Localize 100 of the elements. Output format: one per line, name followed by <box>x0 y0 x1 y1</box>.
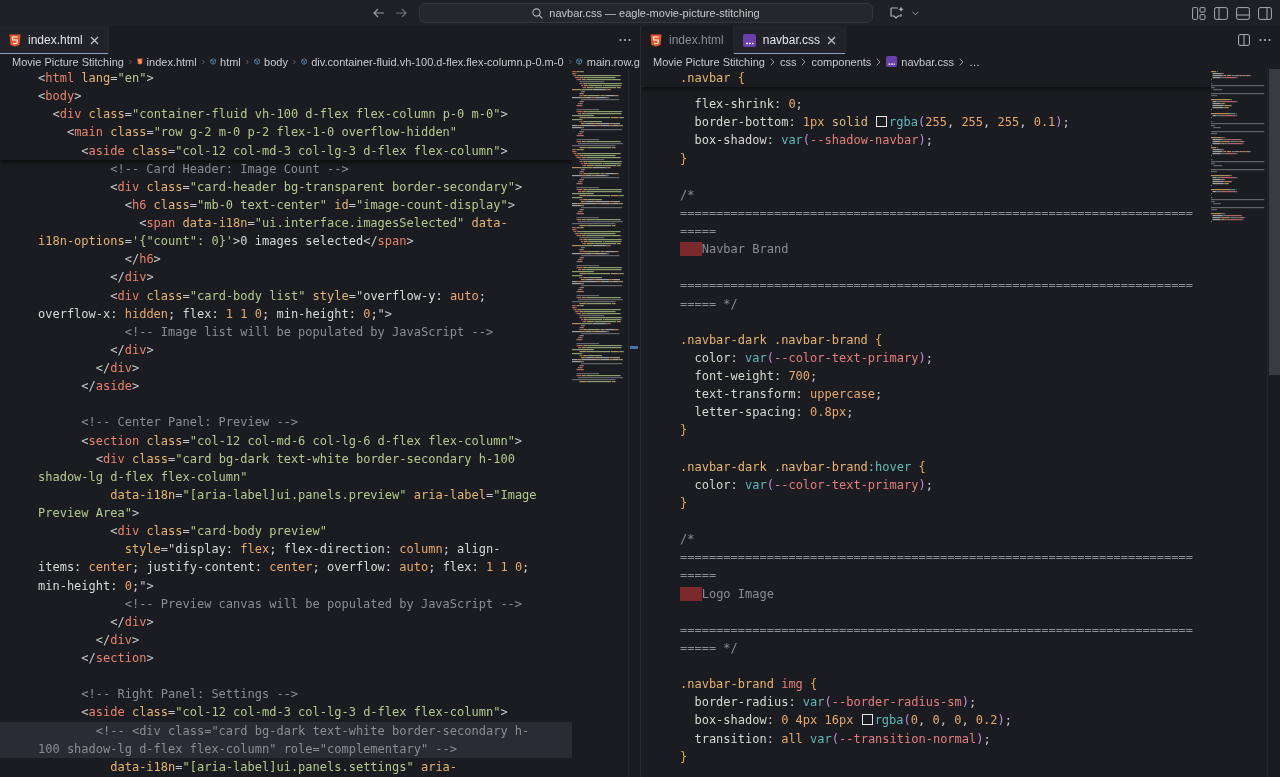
code-line: color: var(--color-text-primary); <box>693 350 933 365</box>
code-line: } <box>680 151 688 166</box>
code-line: } <box>680 749 688 764</box>
close-icon[interactable] <box>89 35 99 45</box>
code-line: i18n-options='{"count": 0}'>0 images selected</span> <box>38 234 414 249</box>
breadcrumb-item[interactable]: Movie Picture Stitching <box>653 55 765 68</box>
code-line: ===== <box>680 568 717 583</box>
caret-icon[interactable] <box>912 10 919 16</box>
code-line: </aside> <box>80 379 140 394</box>
code-line: .navbar { <box>680 71 746 85</box>
code-line: .navbar-dark .navbar-brand:hover { <box>680 459 926 474</box>
code-line: <div class="container-fluid vh-100 d-flex flex-column p-0 m-0"> <box>51 107 508 122</box>
breadcrumb-item[interactable]: index.html <box>146 55 197 68</box>
html-file-icon <box>650 33 662 47</box>
breadcrumb-item[interactable]: main.row.g <box>586 55 640 68</box>
code-line: <section class="col-12 col-md-6 col-lg-6 d-flex flex-column"> <box>80 433 523 448</box>
code-line: flex-shrink: 0; <box>693 97 803 112</box>
chevron-icon <box>245 57 249 66</box>
forward-arrow-icon[interactable] <box>395 8 407 18</box>
code-line: Preview Area"> <box>38 506 140 520</box>
editor-tab[interactable]: index.html <box>641 26 734 54</box>
chevron-icon <box>568 57 572 66</box>
more-icon[interactable] <box>1259 38 1271 42</box>
code-line: ======================================================================= <box>680 622 1193 637</box>
code-line: </div> <box>94 361 140 375</box>
code-line: ===== */ <box>680 640 738 655</box>
cube-icon <box>576 56 583 67</box>
chevron-icon <box>769 57 775 66</box>
code-line: <main class="row g-2 m-0 p-2 flex-1-0 overflow-hidden" <box>65 125 458 140</box>
more-icon[interactable] <box>619 38 631 42</box>
bottom-panel-icon[interactable] <box>1236 6 1250 20</box>
breadcrumb-item[interactable]: Movie Picture Stitching <box>12 55 124 68</box>
chevron-icon <box>801 57 807 66</box>
code-line: <div class="card-header bg-transparent border-secondary"> <box>109 179 523 194</box>
code-line: letter-spacing: 0.8px; <box>693 405 854 420</box>
editor-tab[interactable]: navbar.css <box>733 26 847 54</box>
left-sidebar-icon[interactable] <box>1214 6 1228 20</box>
cube-icon <box>209 56 216 67</box>
code-line: /* <box>680 532 695 547</box>
breadcrumb-item[interactable]: div.container-fluid.vh-100.d-flex.flex-column.p-0.m-0 <box>311 55 564 68</box>
code-line: style="display: flex; flex-direction: column; align- <box>123 542 501 557</box>
code-line: text-transform: uppercase; <box>693 387 883 402</box>
code-line: </div> <box>109 342 154 357</box>
breadcrumb-item[interactable]: css <box>779 55 797 68</box>
breadcrumb-item[interactable]: navbar.css <box>901 55 954 68</box>
code-line: ======================================================================= <box>680 550 1193 565</box>
cube-icon <box>253 56 261 67</box>
code-line: </div> <box>109 614 154 629</box>
sparkle-chat-icon[interactable] <box>889 6 904 20</box>
code-line: } <box>680 495 688 510</box>
code-line: </section> <box>80 651 154 665</box>
code-line: <h6 class="mb-0 text-center" id="image-count-display"> <box>123 197 515 212</box>
code-line: <html lang="en"> <box>38 71 154 85</box>
code-line: border-radius: var(--border-radius-sm); <box>693 695 977 710</box>
code-line: ======================================================================= <box>680 278 1193 293</box>
html-file-icon <box>136 56 143 67</box>
breadcrumb-item[interactable]: … <box>968 55 980 68</box>
code-line: } <box>680 423 688 438</box>
breadcrumb-item[interactable]: body <box>264 55 288 68</box>
code-line: <aside class="col-12 col-md-3 col-lg-3 d-flex flex-column"> <box>80 705 508 720</box>
code-line: Logo Image <box>680 586 774 601</box>
scrollbar-thumb[interactable] <box>1269 69 1280 375</box>
code-line: data-i18n="[aria-label]ui.panels.preview" aria-label="Image <box>109 487 537 502</box>
code-line: <div class="card-body list" style="overflow-y: auto; <box>109 288 486 303</box>
cube-icon <box>300 56 308 67</box>
scrollbar-marker <box>630 346 638 349</box>
code-line: <div class="card-body preview" <box>109 524 328 539</box>
code-line: <!-- Center Panel: Preview --> <box>80 415 299 430</box>
command-center[interactable]: navbar.css — eagle-movie-picture-stitching <box>419 3 873 23</box>
code-line: </h6> <box>123 252 161 267</box>
code-line: </div> <box>109 270 154 285</box>
breadcrumb-item[interactable]: html <box>220 55 241 68</box>
code-line: items: center; justify-content: center; overflow: auto; flex: 1 1 0; <box>38 560 530 575</box>
editor-tab[interactable]: index.html <box>0 26 109 54</box>
code-line: Navbar Brand <box>680 242 789 257</box>
customize-layout-icon[interactable] <box>1192 6 1206 20</box>
split-editor-icon[interactable] <box>1238 34 1250 46</box>
breadcrumb-item[interactable]: components <box>811 55 872 68</box>
code-line: transition: all var(--transition-normal); <box>693 731 991 746</box>
close-icon[interactable] <box>827 35 837 45</box>
chevron-icon <box>876 57 882 66</box>
code-line: box-shadow: var(--shadow-navbar); <box>693 133 933 148</box>
code-line: border-bottom: 1px solid rgba(255, 255, 255, 0.1); <box>693 115 1070 130</box>
chevron-icon <box>128 57 132 66</box>
code-line: .navbar-dark .navbar-brand { <box>680 332 883 347</box>
css-file-icon <box>886 56 898 67</box>
css-file-icon <box>742 33 756 47</box>
code-line: <body> <box>38 89 82 104</box>
back-arrow-icon[interactable] <box>373 8 385 18</box>
code-line: <!-- Preview canvas will be populated by JavaScript --> <box>123 596 523 611</box>
code-line: ======================================================================= <box>680 205 1193 220</box>
code-line: /* <box>680 187 695 202</box>
code-line: box-shadow: 0 4px 16px rgba(0, 0, 0, 0.2); <box>693 713 1012 728</box>
code-line: ===== */ <box>680 296 738 311</box>
code-line: shadow-lg d-flex flex-column" <box>38 469 248 484</box>
code-line: ===== <box>680 224 717 238</box>
code-line: <span data-i18n="ui.interface.imagesSelected" data- <box>138 216 508 230</box>
search-icon <box>532 7 544 19</box>
right-sidebar-icon[interactable] <box>1258 6 1272 20</box>
code-line: <aside class="col-12 col-md-3 col-lg-3 d-flex flex-column"> <box>80 143 508 158</box>
